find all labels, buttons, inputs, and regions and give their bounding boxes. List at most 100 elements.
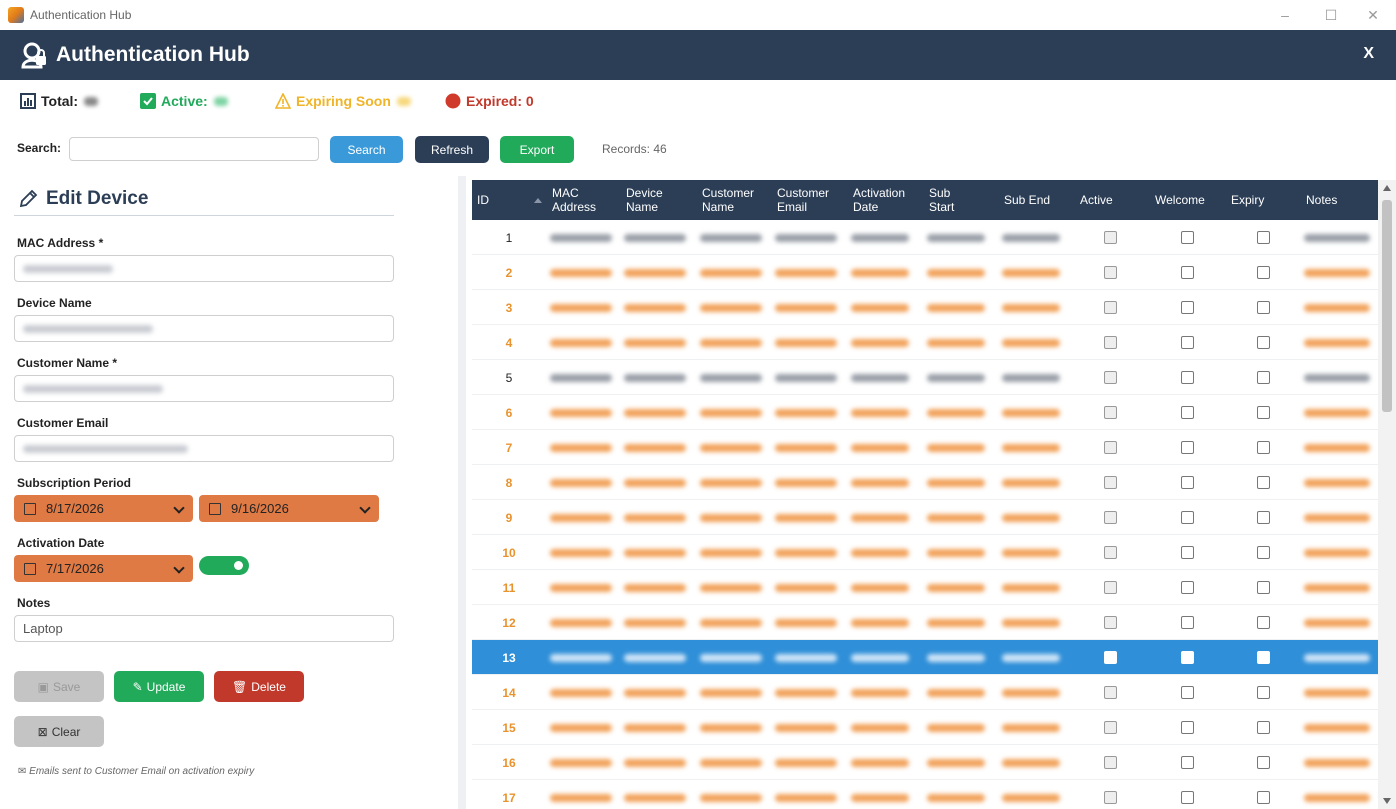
sub-start-datepicker[interactable]: 8/17/2026 [14,495,193,522]
cell-expiry-checkbox[interactable] [1257,780,1270,809]
checkbox[interactable] [1181,616,1194,629]
checkbox[interactable] [1104,476,1117,489]
cell-welcome-checkbox[interactable] [1181,430,1194,465]
cell-welcome-checkbox[interactable] [1181,780,1194,809]
table-row[interactable]: 10 [472,535,1378,570]
scroll-down-icon[interactable] [1383,798,1391,804]
table-row[interactable]: 4 [472,325,1378,360]
activation-toggle[interactable] [199,556,249,575]
cell-expiry-checkbox[interactable] [1257,605,1270,640]
cell-welcome-checkbox[interactable] [1181,360,1194,395]
cell-expiry-checkbox[interactable] [1257,360,1270,395]
cell-active-checkbox[interactable] [1104,535,1117,570]
cell-welcome-checkbox[interactable] [1181,395,1194,430]
checkbox[interactable] [1104,581,1117,594]
minimize-button[interactable]: – [1262,0,1308,30]
cell-welcome-checkbox[interactable] [1181,465,1194,500]
checkbox[interactable] [1257,231,1270,244]
cell-active-checkbox[interactable] [1104,570,1117,605]
checkbox[interactable] [1257,686,1270,699]
column-header-notes[interactable]: Notes [1306,180,1337,220]
grid-scrollbar[interactable] [1378,180,1396,809]
cell-welcome-checkbox[interactable] [1181,570,1194,605]
cell-expiry-checkbox[interactable] [1257,220,1270,255]
checkbox[interactable] [1104,791,1117,804]
checkbox[interactable] [1257,336,1270,349]
checkbox[interactable] [1104,546,1117,559]
cell-active-checkbox[interactable] [1104,710,1117,745]
cell-active-checkbox[interactable] [1104,430,1117,465]
checkbox[interactable] [1104,756,1117,769]
column-header-id[interactable]: ID [477,180,489,220]
checkbox[interactable] [1257,301,1270,314]
checkbox[interactable] [1257,791,1270,804]
mac-address-input[interactable] [14,255,394,282]
checkbox[interactable] [1257,721,1270,734]
table-row[interactable]: 2 [472,255,1378,290]
cell-expiry-checkbox[interactable] [1257,675,1270,710]
checkbox[interactable] [1104,651,1117,664]
table-row[interactable]: 5 [472,360,1378,395]
checkbox[interactable] [1257,651,1270,664]
checkbox[interactable] [1181,441,1194,454]
cell-active-checkbox[interactable] [1104,360,1117,395]
table-row[interactable]: 6 [472,395,1378,430]
cell-active-checkbox[interactable] [1104,290,1117,325]
cell-expiry-checkbox[interactable] [1257,325,1270,360]
table-row[interactable]: 1 [472,220,1378,255]
cell-expiry-checkbox[interactable] [1257,395,1270,430]
checkbox[interactable] [1257,581,1270,594]
app-close-button[interactable]: X [1363,45,1374,63]
cell-welcome-checkbox[interactable] [1181,500,1194,535]
table-row[interactable]: 11 [472,570,1378,605]
window-close-button[interactable]: ✕ [1350,0,1396,30]
checkbox[interactable] [1257,406,1270,419]
checkbox[interactable] [1104,616,1117,629]
cell-active-checkbox[interactable] [1104,640,1117,675]
table-row[interactable]: 16 [472,745,1378,780]
cell-welcome-checkbox[interactable] [1181,675,1194,710]
cell-expiry-checkbox[interactable] [1257,430,1270,465]
column-header-activation[interactable]: Activation Date [853,180,913,220]
cell-active-checkbox[interactable] [1104,605,1117,640]
cell-expiry-checkbox[interactable] [1257,640,1270,675]
checkbox[interactable] [1181,231,1194,244]
table-row[interactable]: 9 [472,500,1378,535]
cell-welcome-checkbox[interactable] [1181,710,1194,745]
checkbox[interactable] [1181,686,1194,699]
delete-button[interactable]: 🗑 Delete [214,671,304,702]
checkbox[interactable] [1104,686,1117,699]
activation-datepicker[interactable]: 7/17/2026 [14,555,193,582]
update-button[interactable]: ✎ Update [114,671,204,702]
checkbox[interactable] [1257,266,1270,279]
cell-active-checkbox[interactable] [1104,465,1117,500]
column-header-customer[interactable]: Customer Name [702,180,762,220]
checkbox[interactable] [1181,581,1194,594]
cell-expiry-checkbox[interactable] [1257,570,1270,605]
checkbox[interactable] [1257,476,1270,489]
clear-button[interactable]: ⊠ Clear [14,716,104,747]
checkbox[interactable] [1181,476,1194,489]
search-button[interactable]: Search [330,136,403,163]
checkbox[interactable] [1104,406,1117,419]
checkbox[interactable] [1257,616,1270,629]
checkbox[interactable] [1104,511,1117,524]
customer-email-input[interactable] [14,435,394,462]
checkbox[interactable] [1257,546,1270,559]
export-button[interactable]: Export [500,136,574,163]
cell-active-checkbox[interactable] [1104,220,1117,255]
checkbox[interactable] [1104,371,1117,384]
notes-input[interactable]: Laptop [14,615,394,642]
checkbox[interactable] [1181,546,1194,559]
column-header-email[interactable]: Customer Email [777,180,837,220]
cell-welcome-checkbox[interactable] [1181,605,1194,640]
table-row[interactable]: 3 [472,290,1378,325]
checkbox[interactable] [1181,406,1194,419]
cell-expiry-checkbox[interactable] [1257,710,1270,745]
checkbox[interactable] [1181,301,1194,314]
device-name-input[interactable] [14,315,394,342]
checkbox[interactable] [1181,336,1194,349]
checkbox[interactable] [1181,266,1194,279]
search-input[interactable] [69,137,319,161]
cell-welcome-checkbox[interactable] [1181,255,1194,290]
